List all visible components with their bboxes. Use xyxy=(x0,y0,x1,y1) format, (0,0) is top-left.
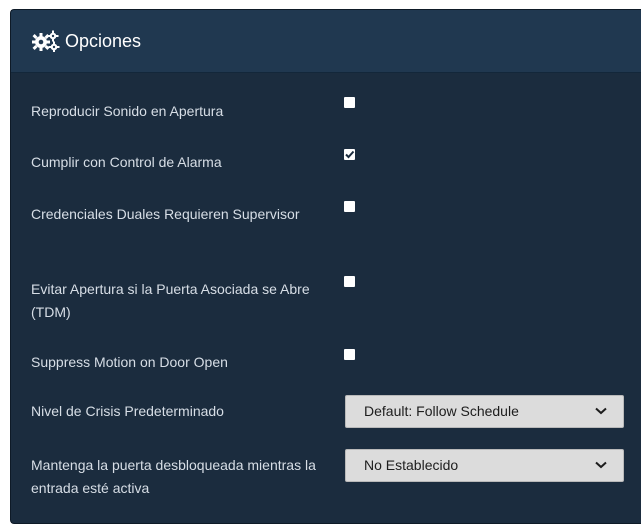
keep-unlocked-value: No Establecido xyxy=(364,457,459,473)
crisis-level-select[interactable]: Default: Follow Schedule xyxy=(345,395,624,428)
option-label-alarm-control: Cumplir con Control de Alarma xyxy=(31,154,222,170)
chevron-down-icon xyxy=(595,461,607,469)
panel-title: Opciones xyxy=(65,30,142,51)
checkbox-alarm-control[interactable] xyxy=(344,149,355,160)
option-label-prevent-opening: Evitar Apertura si la Puerta Asociada se… xyxy=(31,281,310,320)
option-label-play-sound: Reproducir Sonido en Apertura xyxy=(31,103,224,119)
option-label-suppress-motion: Suppress Motion on Door Open xyxy=(31,354,228,370)
option-label-dual-credentials: Credenciales Duales Requieren Supervisor xyxy=(31,206,300,222)
checkmark-icon xyxy=(345,150,355,159)
checkbox-prevent-opening[interactable] xyxy=(344,276,355,287)
gears-icon xyxy=(31,30,61,52)
chevron-down-icon xyxy=(595,407,607,415)
keep-unlocked-select[interactable]: No Establecido xyxy=(345,449,624,482)
checkbox-dual-credentials[interactable] xyxy=(344,201,355,212)
options-panel: Opciones Reproducir Sonido en Apertura C… xyxy=(10,9,641,524)
checkbox-suppress-motion[interactable] xyxy=(344,349,355,360)
panel-header: Opciones xyxy=(11,10,641,73)
crisis-level-label: Nivel de Crisis Predeterminado xyxy=(31,403,224,419)
keep-unlocked-label: Mantenga la puerta desbloqueada mientras… xyxy=(31,457,316,496)
crisis-level-value: Default: Follow Schedule xyxy=(364,403,519,419)
checkbox-play-sound[interactable] xyxy=(344,97,355,108)
